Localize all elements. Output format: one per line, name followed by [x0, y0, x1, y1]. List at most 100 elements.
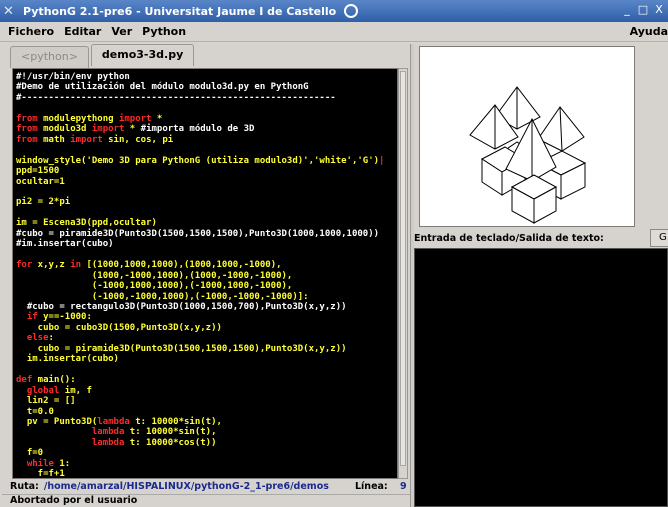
- code-line: lambda t: 10000*cos(t)): [16, 438, 384, 448]
- graphics-button[interactable]: G: [650, 229, 668, 247]
- code-line: [16, 187, 384, 197]
- code-token: else: [26, 333, 49, 344]
- ruta-value: /home/amarzal/HISPALINUX/pythonG-2_1-pre…: [43, 480, 329, 492]
- x-logo-icon: ✕: [3, 3, 14, 19]
- code-token: #Demo de utilización del módulo modulo3d…: [16, 82, 309, 93]
- code-line: [16, 103, 384, 113]
- minimize-button[interactable]: _: [620, 3, 634, 17]
- code-line: else:: [16, 333, 384, 343]
- code-token: f=0: [16, 448, 44, 459]
- code-line: #im.insertar(cubo): [16, 239, 384, 249]
- code-token: if: [26, 312, 38, 323]
- linea-label: Línea:: [355, 480, 388, 492]
- app-window: ✕ PythonG 2.1-pre6 - Universitat Jaume I…: [0, 0, 668, 507]
- code-line: global im, f: [16, 386, 384, 396]
- code-token: [(1000,1000,1000),(1000,1000,-1000),: [81, 260, 282, 271]
- code-token: lin2 = []: [16, 396, 76, 407]
- code-token: cubo = piramide3D(Punto3D(1500,1500,1500…: [16, 343, 347, 354]
- code-line: im = Escena3D(ppd,ocultar): [16, 218, 384, 228]
- code-token: import: [118, 113, 152, 124]
- code-token: while: [26, 458, 54, 469]
- code-line: #---------------------------------------…: [16, 93, 384, 103]
- menu-fichero[interactable]: Fichero: [8, 25, 54, 38]
- code-token: #im.insertar(cubo): [16, 239, 114, 250]
- code-token: modulo3d: [37, 124, 92, 135]
- code-token: lambda: [91, 437, 125, 448]
- code-line: #Demo de utilización del módulo modulo3d…: [16, 82, 384, 92]
- tab-demo3-3d[interactable]: demo3-3d.py: [90, 44, 195, 66]
- ruta-label: Ruta:: [10, 480, 39, 492]
- code-line: pv = Punto3D(lambda t: 10000*sin(t),: [16, 417, 384, 427]
- code-token: from: [16, 113, 38, 124]
- code-token: im.insertar(cubo): [16, 354, 119, 365]
- code-token: *: [151, 113, 163, 124]
- code-token: math: [37, 134, 71, 145]
- code-token: *: [124, 124, 141, 135]
- code-token: :: [48, 333, 54, 344]
- code-line: if y==-1000:: [16, 312, 384, 322]
- menu-python[interactable]: Python: [142, 25, 186, 38]
- window-title: PythonG 2.1-pre6 - Universitat Jaume I d…: [23, 4, 337, 18]
- code-line: [16, 365, 384, 375]
- code-token: from: [16, 134, 38, 145]
- code-token: pi2 = 2*pi: [16, 197, 71, 208]
- code-token: #---------------------------------------…: [16, 92, 336, 103]
- code-token: import: [91, 124, 125, 135]
- scrollbar-thumb[interactable]: [400, 71, 406, 466]
- code-token: 1:: [53, 458, 71, 469]
- code-token: t: 10000*cos(t)): [124, 437, 217, 448]
- code-line: while 1:: [16, 459, 384, 469]
- code-token: in: [70, 260, 82, 271]
- io-panel-label: Entrada de teclado/Salida de texto:: [414, 233, 604, 244]
- editor-scrollbar[interactable]: [398, 68, 408, 479]
- title-bar[interactable]: ✕ PythonG 2.1-pre6 - Universitat Jaume I…: [0, 0, 668, 22]
- code-token: sin, cos, pi: [102, 134, 174, 145]
- code-token: (-1000,-1000,1000),(-1000,-1000,-1000)]:: [16, 291, 309, 302]
- maximize-button[interactable]: □: [636, 3, 650, 17]
- code-token: modulepythong: [37, 113, 119, 124]
- menu-editar[interactable]: Editar: [64, 25, 101, 38]
- code-line: from modulepythong import *: [16, 114, 384, 124]
- code-line: ppd=1500: [16, 166, 384, 176]
- graphics-canvas: [419, 46, 635, 227]
- code-line: for x,y,z in [(1000,1000,1000),(1000,100…: [16, 260, 384, 270]
- code-line: pi2 = 2*pi: [16, 197, 384, 207]
- code-token: for: [16, 260, 33, 271]
- code-token: global: [26, 385, 60, 396]
- code-token: lambda: [97, 416, 130, 427]
- code-token: pv = Punto3D(: [16, 416, 98, 427]
- code-line: from math import sin, cos, pi: [16, 135, 384, 145]
- code-line: #cubo = rectangulo3D(Punto3D(1000,1500,7…: [16, 302, 384, 312]
- code-line: #!/usr/bin/env python: [16, 72, 384, 82]
- close-button[interactable]: X: [652, 3, 666, 17]
- code-line: from modulo3d import * #importa módulo d…: [16, 124, 384, 134]
- code-token: lambda: [91, 427, 125, 438]
- message-status: Abortado por el usuario: [2, 494, 410, 507]
- tab-python-shell[interactable]: <python>: [10, 46, 89, 68]
- code-line: cubo = cubo3D(1500,Punto3D(x,y,z)): [16, 323, 384, 333]
- code-token: y==-1000:: [37, 312, 92, 323]
- text-console[interactable]: [414, 248, 668, 507]
- code-line: lin2 = []: [16, 396, 384, 406]
- code-token: f=f+1: [16, 469, 65, 479]
- menu-ver[interactable]: Ver: [111, 25, 132, 38]
- code-token: window_style('Demo 3D para PythonG (util…: [16, 155, 380, 166]
- code-editor[interactable]: #!/usr/bin/env python #Demo de utilizació…: [12, 68, 398, 479]
- code-token: import: [70, 134, 103, 145]
- editor-tabs: <python> demo3-3d.py: [10, 44, 196, 68]
- code-token: im = Escena3D(ppd,ocultar): [16, 218, 157, 229]
- linea-value: 9: [400, 480, 407, 492]
- pyramids-cubes-drawing: [469, 86, 587, 224]
- menu-ayuda[interactable]: Ayuda: [630, 25, 668, 38]
